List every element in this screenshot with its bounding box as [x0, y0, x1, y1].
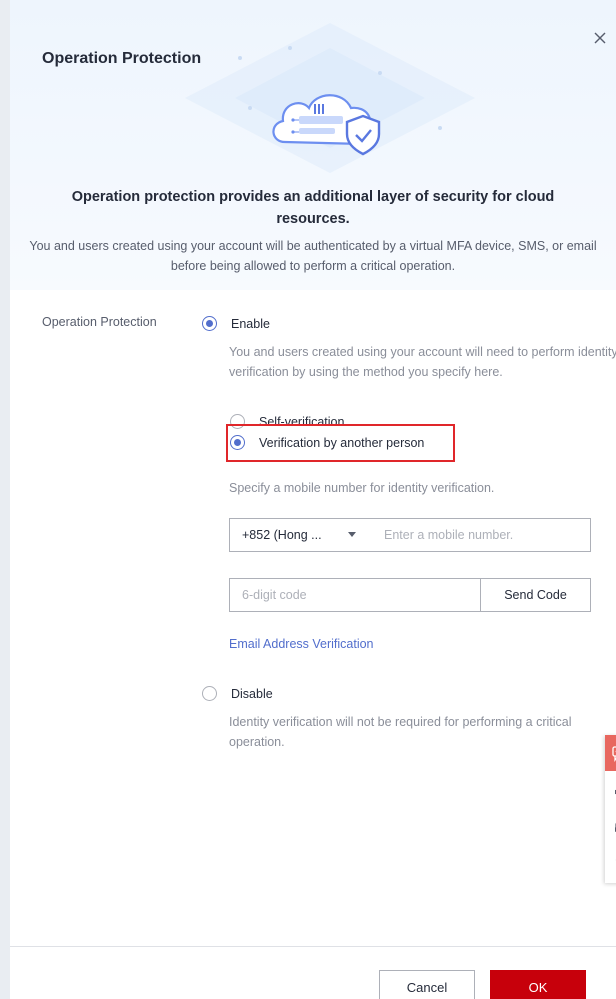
speaker-icon[interactable]	[605, 775, 616, 809]
dialog-header-banner: Operation Protection Operation protectio…	[10, 0, 616, 290]
country-code-value: +852 (Hong ...	[242, 528, 322, 542]
country-code-select[interactable]: +852 (Hong ...	[230, 519, 372, 551]
close-icon[interactable]	[590, 28, 610, 48]
chevron-down-icon	[348, 532, 356, 537]
enable-hint: You and users created using your account…	[229, 345, 616, 379]
disable-hint: Identity verification will not be requir…	[229, 715, 572, 749]
footer-divider	[10, 946, 616, 947]
verification-code-input[interactable]	[230, 579, 480, 611]
another-person-verification-radio[interactable]	[230, 435, 245, 450]
disable-radio[interactable]	[202, 686, 217, 701]
cancel-button[interactable]: Cancel	[379, 970, 475, 999]
another-person-verification-label[interactable]: Verification by another person	[259, 436, 424, 450]
floating-service-toolbar: ?	[605, 735, 616, 883]
headset-icon[interactable]	[605, 809, 616, 843]
help-icon[interactable]: ?	[605, 843, 616, 877]
dialog-title: Operation Protection	[42, 50, 202, 67]
mobile-hint: Specify a mobile number for identity ver…	[229, 481, 495, 495]
disable-label[interactable]: Disable	[231, 687, 273, 701]
mobile-number-input[interactable]	[372, 519, 588, 551]
verification-code-group: Send Code	[229, 578, 591, 612]
enable-label[interactable]: Enable	[231, 317, 270, 331]
operation-protection-dialog: Operation Protection Operation protectio…	[10, 0, 616, 999]
protection-description: You and users created using your account…	[29, 239, 597, 273]
chat-icon[interactable]	[605, 735, 616, 771]
cloud-shield-illustration	[272, 94, 381, 156]
mobile-number-group: +852 (Hong ...	[229, 518, 591, 552]
ok-button[interactable]: OK	[490, 970, 586, 999]
email-verification-link[interactable]: Email Address Verification	[229, 637, 374, 651]
enable-radio[interactable]	[202, 316, 217, 331]
send-code-button[interactable]: Send Code	[480, 579, 590, 611]
field-label-operation-protection: Operation Protection	[42, 315, 157, 329]
protection-headline: Operation protection provides an additio…	[71, 189, 555, 227]
